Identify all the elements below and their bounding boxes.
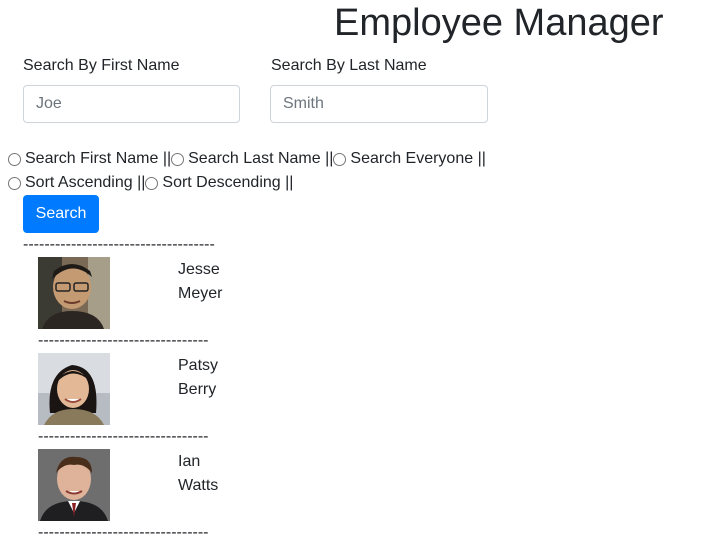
search-first-name-label: Search First Name || xyxy=(25,150,172,167)
employee-photo-2 xyxy=(38,353,110,425)
employee-divider: -------------------------------- xyxy=(38,524,209,541)
search-button[interactable]: Search xyxy=(23,195,99,233)
search-everyone-label: Search Everyone || xyxy=(350,150,486,167)
first-name-label: Search By First Name xyxy=(23,57,180,74)
sort-ascending-option[interactable]: Sort Ascending || xyxy=(8,174,145,192)
employee-divider: -------------------------------- xyxy=(38,428,209,445)
employee-first-name: Patsy xyxy=(178,357,219,374)
employee-last-name: Berry xyxy=(178,381,217,398)
search-first-name-option[interactable]: Search First Name || xyxy=(8,150,171,168)
sort-options: Sort Ascending || Sort Descending || xyxy=(8,172,293,194)
sort-descending-option[interactable]: Sort Descending || xyxy=(145,174,293,192)
search-everyone-option[interactable]: Search Everyone || xyxy=(333,150,486,168)
employee-manager-page: Employee Manager Search By First Name Se… xyxy=(0,0,704,541)
search-first-name-radio[interactable] xyxy=(8,152,21,166)
employee-photo-3 xyxy=(38,449,110,521)
sort-ascending-label: Sort Ascending || xyxy=(25,174,146,191)
employee-first-name: Ian xyxy=(178,453,201,470)
sort-descending-radio[interactable] xyxy=(145,176,159,190)
employee-last-name: Meyer xyxy=(178,285,223,302)
page-title: Employee Manager xyxy=(334,2,664,44)
last-name-search-input[interactable] xyxy=(270,85,488,123)
search-last-name-option[interactable]: Search Last Name || xyxy=(171,150,333,168)
search-last-name-radio[interactable] xyxy=(171,152,185,166)
top-divider: ------------------------------------ xyxy=(23,236,215,253)
employee-divider: -------------------------------- xyxy=(38,332,209,349)
employee-photo-1 xyxy=(38,257,110,329)
sort-ascending-radio[interactable] xyxy=(8,176,21,190)
sort-descending-label: Sort Descending || xyxy=(162,174,294,191)
search-everyone-radio[interactable] xyxy=(333,152,347,166)
first-name-search-input[interactable] xyxy=(23,85,240,123)
search-mode-options: Search First Name || Search Last Name ||… xyxy=(8,148,486,170)
search-last-name-label: Search Last Name || xyxy=(188,150,334,167)
last-name-label: Search By Last Name xyxy=(271,57,427,74)
employee-last-name: Watts xyxy=(178,477,219,494)
employee-first-name: Jesse xyxy=(178,261,220,278)
